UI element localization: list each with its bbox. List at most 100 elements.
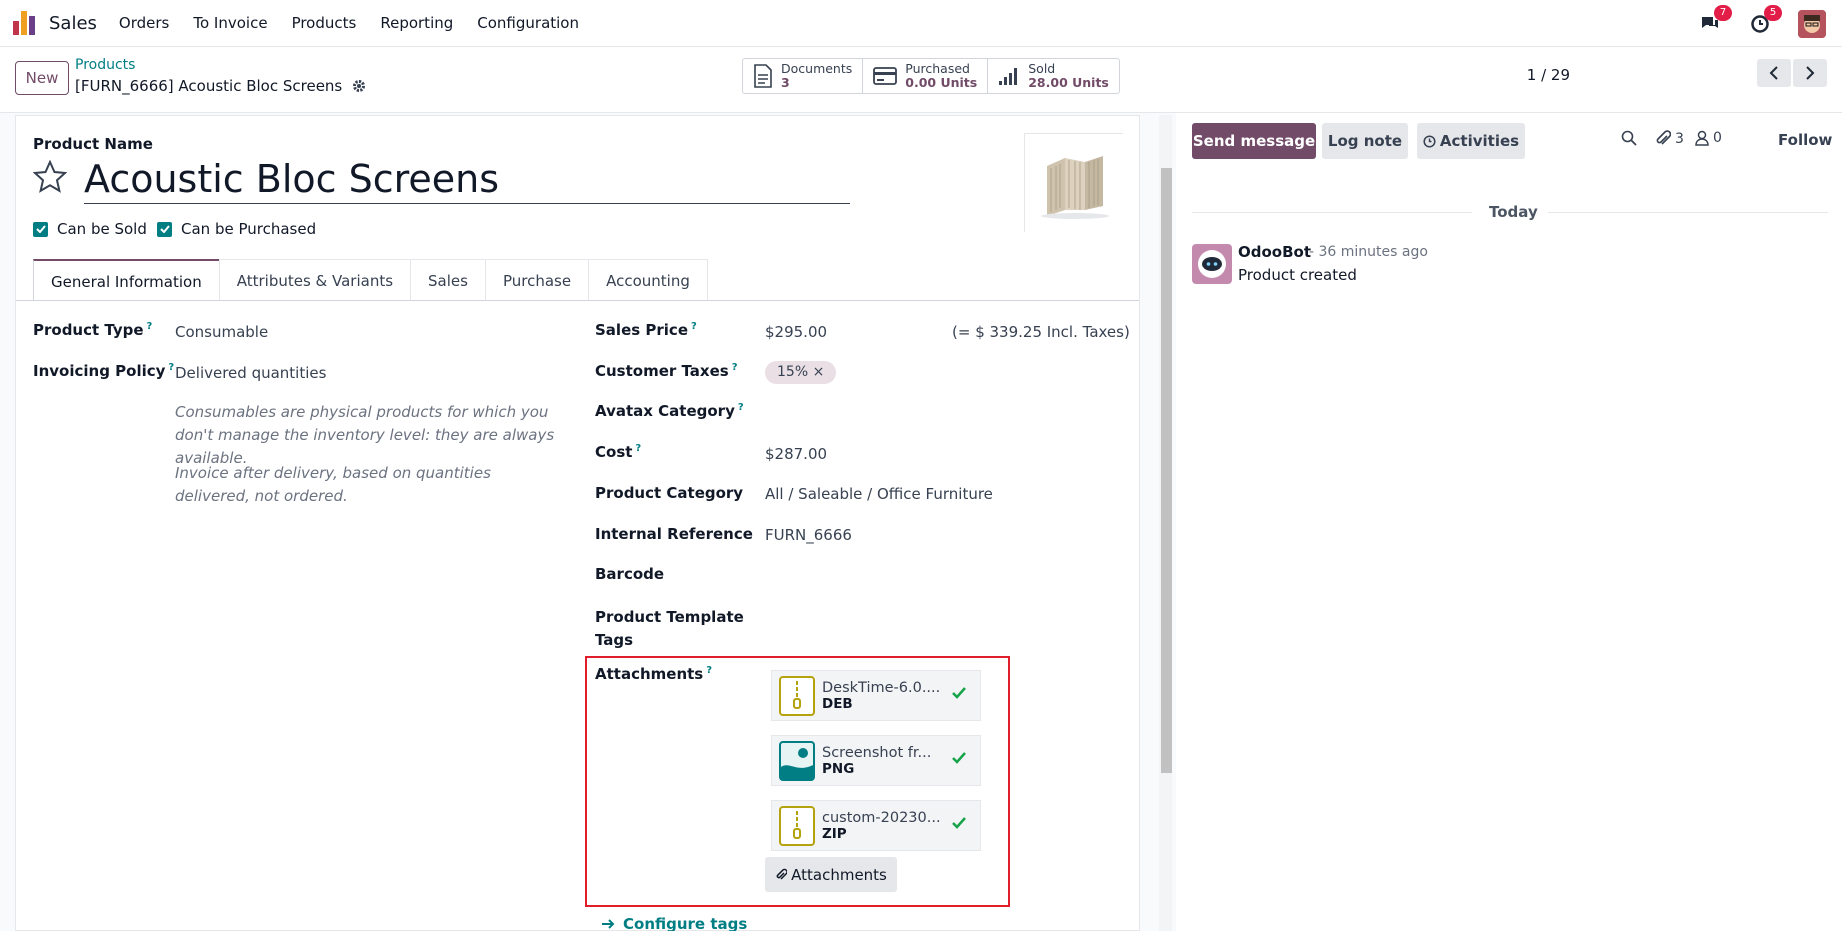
messages-button[interactable]: 7 [1698, 4, 1732, 36]
sales-price-label: Sales Price? [595, 321, 697, 339]
search-icon [1621, 130, 1637, 146]
sold-value: 28.00 Units [1028, 75, 1109, 90]
pager-previous-button[interactable] [1757, 59, 1791, 87]
barcode-label: Barcode [595, 565, 665, 583]
attachment-name: Screenshot fr... [822, 744, 932, 761]
invoicing-policy-label: Invoicing Policy? [33, 362, 175, 380]
attachment-name: custom-20230... [822, 809, 941, 826]
documents-smart-button[interactable]: Documents 3 [743, 59, 864, 93]
gear-icon[interactable] [352, 79, 366, 93]
tab-attributes-variants[interactable]: Attributes & Variants [218, 259, 412, 301]
customer-taxes-label: Customer Taxes? [595, 362, 738, 380]
date-divider-right [1548, 212, 1828, 213]
product-name-label: Product Name [33, 135, 153, 153]
smart-buttons: Documents 3 Purchased 0.00 Units Sold 28… [742, 58, 1120, 94]
send-message-button[interactable]: Send message [1192, 123, 1316, 159]
product-type-value[interactable]: Consumable [175, 323, 268, 341]
checkbox-checked-icon [157, 221, 172, 237]
cost-label: Cost? [595, 443, 642, 461]
chatter-search-button[interactable] [1621, 130, 1637, 146]
purchased-smart-button[interactable]: Purchased 0.00 Units [863, 59, 989, 93]
invoicing-policy-value[interactable]: Delivered quantities [175, 364, 326, 382]
archive-icon [779, 805, 815, 846]
signal-bars-icon [999, 68, 1018, 85]
product-image-screen-illustration [1025, 134, 1124, 233]
date-divider-label: Today [1489, 203, 1538, 221]
attachment-card[interactable]: custom-20230... ZIP [771, 800, 981, 851]
user-icon [1695, 130, 1709, 146]
activities-button[interactable]: 5 [1748, 4, 1782, 36]
tab-sales[interactable]: Sales [410, 259, 486, 301]
tab-general-information[interactable]: General Information [33, 259, 220, 301]
tax-tag[interactable]: 15% × [765, 361, 837, 384]
cost-value[interactable]: $287.00 [765, 445, 827, 463]
purchased-value: 0.00 Units [905, 75, 978, 90]
odoobot-avatar[interactable] [1192, 244, 1232, 284]
attachment-card[interactable]: Screenshot fr... PNG [771, 735, 981, 786]
internal-reference-value[interactable]: FURN_6666 [765, 526, 852, 544]
sales-app-logo-icon[interactable] [13, 11, 37, 35]
can-be-purchased-checkbox[interactable]: Can be Purchased [157, 220, 316, 238]
attachment-card[interactable]: DeskTime-6.0.... DEB [771, 670, 981, 721]
followers-button[interactable]: 0 [1695, 130, 1722, 146]
check-icon [952, 817, 966, 829]
clock-icon [1423, 134, 1436, 148]
archive-icon [779, 675, 815, 716]
tab-accounting[interactable]: Accounting [588, 259, 708, 301]
activities-label: Activities [1439, 132, 1520, 150]
menu-configuration[interactable]: Configuration [465, 14, 591, 32]
follow-button[interactable]: Follow [1778, 131, 1832, 149]
attachments-label: Attachments? [595, 665, 713, 683]
app-name[interactable]: Sales [49, 13, 97, 34]
product-category-label: Product Category [595, 484, 744, 502]
document-icon [754, 64, 772, 88]
menu-reporting[interactable]: Reporting [368, 14, 465, 32]
chatter-attachments-button[interactable]: 3 [1655, 130, 1684, 148]
log-note-button[interactable]: Log note [1322, 123, 1408, 159]
attachment-extension: DEB [822, 695, 853, 712]
top-navbar: Sales Orders To Invoice Products Reporti… [0, 0, 1842, 47]
menu-products[interactable]: Products [280, 14, 369, 32]
add-attachment-button[interactable]: Attachments [765, 857, 897, 892]
messages-badge: 7 [1714, 4, 1732, 21]
checkbox-checked-icon [33, 221, 48, 237]
paperclip-icon [1656, 130, 1671, 145]
form-scrollbar-thumb[interactable] [1161, 168, 1172, 773]
can-be-sold-label: Can be Sold [57, 220, 147, 238]
credit-card-icon [873, 67, 898, 85]
user-avatar[interactable] [1798, 9, 1826, 38]
sales-price-incl-taxes: (= $ 339.25 Incl. Taxes) [952, 323, 1130, 341]
chatter-panel [1176, 113, 1842, 931]
attachment-extension: ZIP [822, 825, 847, 842]
product-template-tags-label: Product Template Tags [595, 608, 744, 649]
form-tabs: General Information Attributes & Variant… [33, 259, 708, 301]
activities-button[interactable]: Activities [1417, 123, 1525, 159]
arrow-right-icon [602, 919, 615, 929]
star-icon[interactable] [33, 160, 67, 194]
breadcrumb-products[interactable]: Products [75, 57, 135, 73]
menu-to-invoice[interactable]: To Invoice [181, 14, 279, 32]
configure-tags-link[interactable]: Configure tags [601, 915, 747, 931]
add-attachment-label: Attachments [791, 865, 887, 884]
pager-next-button[interactable] [1793, 59, 1827, 87]
pager-value[interactable]: 1 / 29 [1527, 66, 1570, 84]
sold-smart-button[interactable]: Sold 28.00 Units [988, 59, 1119, 93]
activities-badge: 5 [1764, 4, 1782, 21]
tab-purchase[interactable]: Purchase [484, 259, 590, 301]
message-time: - 36 minutes ago [1309, 244, 1428, 260]
product-name-input[interactable]: Acoustic Bloc Screens [84, 156, 850, 204]
breadcrumb-current: [FURN_6666] Acoustic Bloc Screens [75, 77, 366, 95]
new-button[interactable]: New [15, 61, 69, 95]
sales-price-value[interactable]: $295.00 [765, 323, 827, 341]
message-author[interactable]: OdooBot [1238, 243, 1311, 261]
image-icon [779, 740, 815, 781]
can-be-purchased-label: Can be Purchased [181, 220, 317, 238]
product-image[interactable] [1024, 133, 1124, 233]
paperclip-icon [776, 868, 788, 880]
consumable-help-text: Consumables are physical products for wh… [175, 403, 555, 467]
menu-orders[interactable]: Orders [107, 14, 181, 32]
tabs-divider [16, 300, 1139, 301]
product-category-value[interactable]: All / Saleable / Office Furniture [765, 485, 993, 503]
can-be-sold-checkbox[interactable]: Can be Sold [33, 220, 147, 238]
documents-label: Documents [781, 61, 853, 76]
